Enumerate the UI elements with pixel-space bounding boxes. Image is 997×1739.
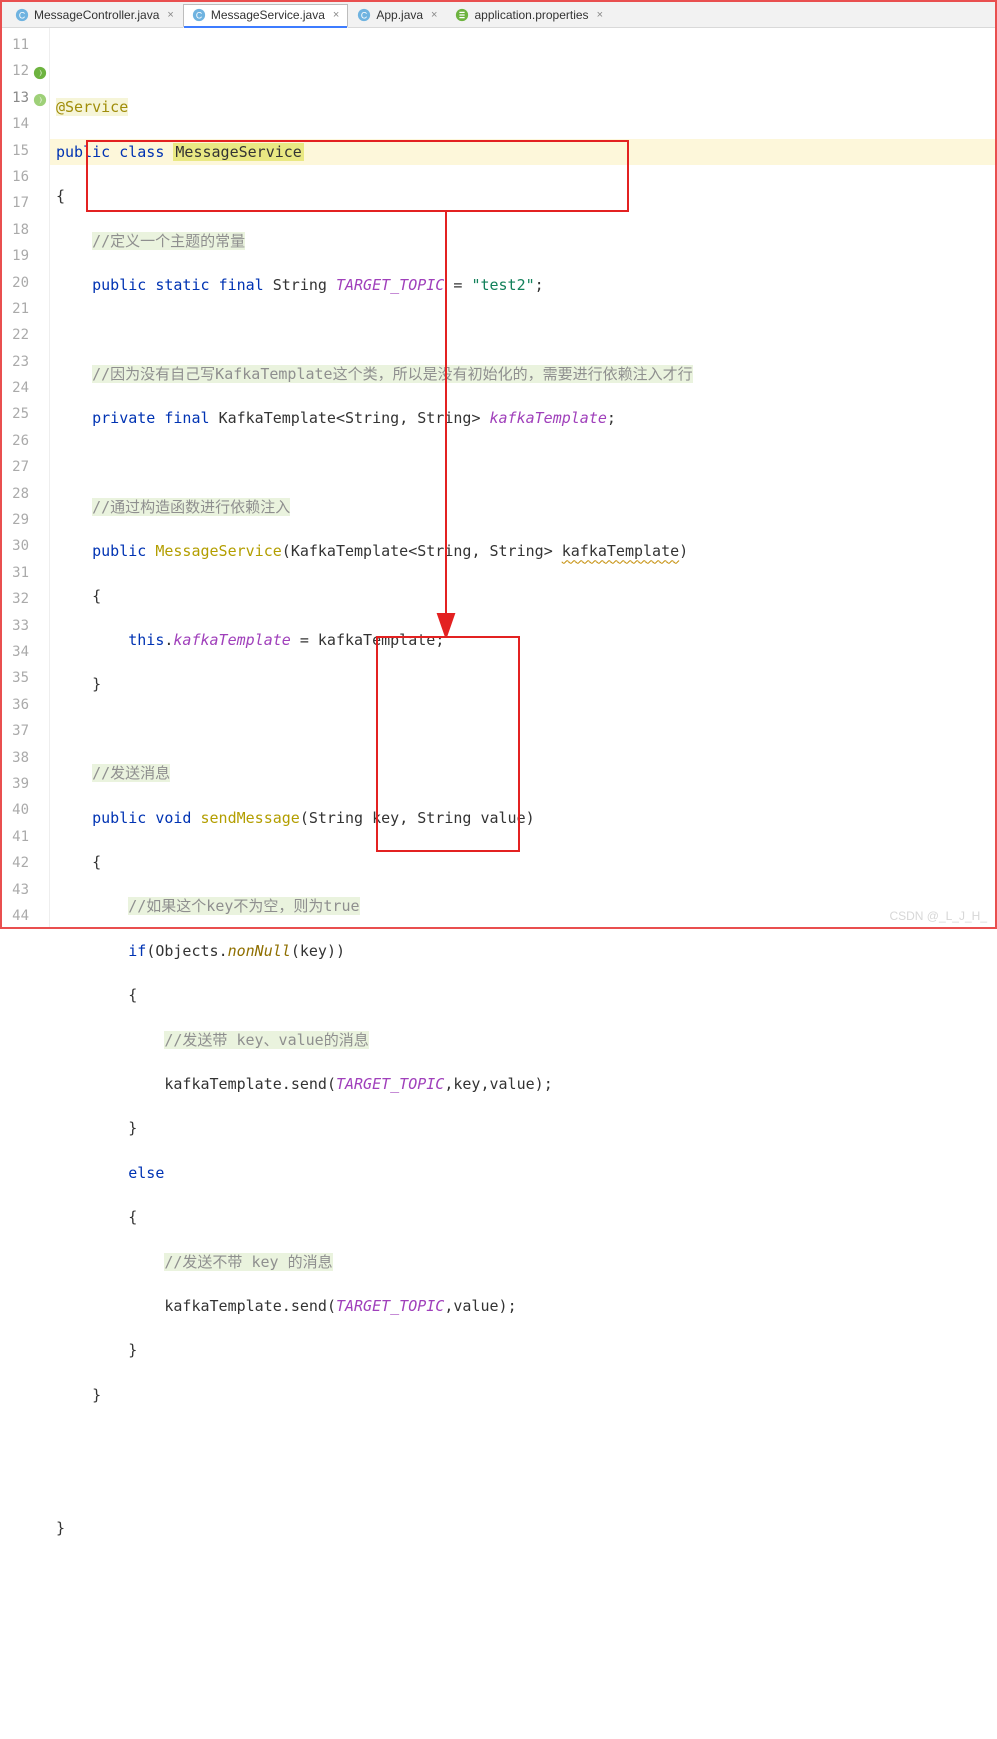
line-gutter: 11 12 13 14 15 16 17 18 19 20 21 22 23 2… [2,28,50,927]
tab-app[interactable]: C App.java × [348,3,446,27]
spring-bean-icon[interactable] [33,63,47,77]
tab-label: MessageService.java [211,8,325,22]
tab-message-service[interactable]: C MessageService.java × [183,4,349,28]
code-line: //因为没有自己写KafkaTemplate这个类，所以是没有初始化的，需要进行… [50,361,995,387]
code-line [50,450,995,476]
code-line: kafkaTemplate.send(TARGET_TOPIC,key,valu… [50,1071,995,1097]
code-line: kafkaTemplate.send(TARGET_TOPIC,value); [50,1293,995,1319]
close-icon[interactable]: × [167,9,173,21]
code-line: } [50,1382,995,1408]
code-line: { [50,183,995,209]
code-line: public class MessageService [50,139,995,165]
close-icon[interactable]: × [597,9,603,21]
code-line: } [50,1115,995,1141]
spring-bean-icon[interactable] [33,90,47,104]
svg-text:C: C [361,11,367,21]
code-line: //发送消息 [50,760,995,786]
tab-label: App.java [376,8,423,22]
close-icon[interactable]: × [333,9,339,21]
code-line: this.kafkaTemplate = kafkaTemplate; [50,627,995,653]
code-editor[interactable]: 11 12 13 14 15 16 17 18 19 20 21 22 23 2… [2,28,995,927]
close-icon[interactable]: × [431,9,437,21]
java-class-icon: C [357,8,371,22]
code-line: } [50,1515,995,1541]
code-line: //如果这个key不为空，则为true [50,893,995,919]
code-line: else [50,1160,995,1186]
code-line: { [50,583,995,609]
code-line: { [50,982,995,1008]
tab-app-properties[interactable]: application.properties × [446,3,612,27]
watermark: CSDN @_L_J_H_ [889,909,987,923]
code-line: //发送不带 key 的消息 [50,1249,995,1275]
code-line: public static final String TARGET_TOPIC … [50,272,995,298]
svg-text:C: C [19,11,25,21]
tab-message-controller[interactable]: C MessageController.java × [6,3,183,27]
code-line: } [50,1337,995,1363]
code-line [50,1471,995,1497]
tab-bar: C MessageController.java × C MessageServ… [2,2,995,28]
code-line [50,1426,995,1452]
code-line: } [50,671,995,697]
properties-file-icon [455,8,469,22]
code-line: //通过构造函数进行依赖注入 [50,494,995,520]
svg-text:C: C [196,11,202,21]
code-line: { [50,849,995,875]
code-line: //定义一个主题的常量 [50,228,995,254]
code-area[interactable]: @Service public class MessageService { /… [50,28,995,927]
code-line: public void sendMessage(String key, Stri… [50,805,995,831]
code-line [50,50,995,76]
code-line: if(Objects.nonNull(key)) [50,938,995,964]
java-class-icon: C [192,8,206,22]
java-class-icon: C [15,8,29,22]
code-line [50,316,995,342]
code-line: public MessageService(KafkaTemplate<Stri… [50,538,995,564]
tab-label: MessageController.java [34,8,159,22]
code-line: private final KafkaTemplate<String, Stri… [50,405,995,431]
code-line: { [50,1204,995,1230]
code-line [50,716,995,742]
code-line: //发送带 key、value的消息 [50,1027,995,1053]
code-line: @Service [50,94,995,120]
tab-label: application.properties [474,8,588,22]
editor-pane: C MessageController.java × C MessageServ… [0,0,997,929]
